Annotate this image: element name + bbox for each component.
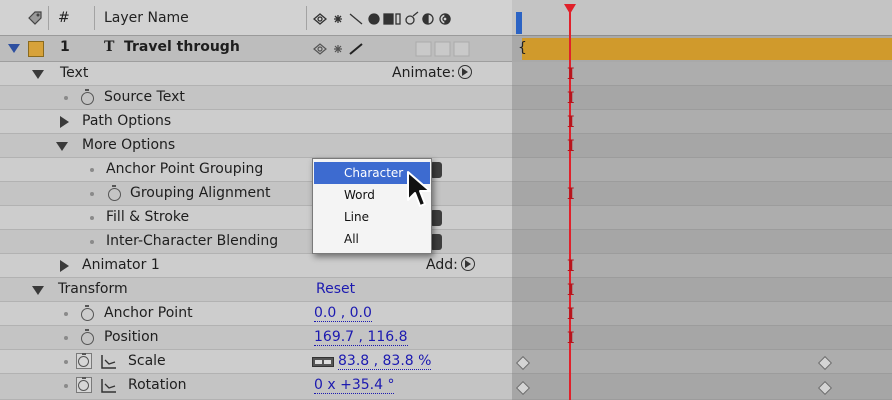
property-row-path-options[interactable]: Path Options (0, 110, 512, 134)
inter-character-blending-label: Inter-Character Blending (106, 233, 279, 249)
stopwatch-icon[interactable] (81, 329, 94, 345)
scale-label: Scale (128, 353, 166, 369)
stopwatch-icon[interactable] (108, 185, 121, 201)
property-row-inter-character-blending[interactable]: Inter-Character Blending (0, 230, 512, 254)
timeline-area[interactable]: { I I I I I I I I I (512, 0, 892, 400)
column-divider (48, 6, 49, 30)
expand-icon[interactable] (32, 286, 44, 295)
graph-editor-icon[interactable] (100, 354, 118, 370)
layer-duration-bar[interactable] (522, 38, 892, 60)
add-menu-icon[interactable] (460, 257, 475, 271)
text-layer-icon: T (104, 39, 115, 55)
column-divider (94, 6, 95, 30)
fill-stroke-label: Fill & Stroke (106, 209, 190, 225)
bullet-icon (64, 312, 68, 316)
label-color-swatch[interactable] (28, 41, 44, 57)
property-row-anchor-point[interactable]: Anchor Point 0.0 , 0.0 (0, 302, 512, 326)
property-row-grouping-alignment[interactable]: Grouping Alignment (0, 182, 512, 206)
layer-outline-panel: # Layer Name 1 T Travel through Text Ani… (0, 0, 512, 400)
animator-1-label: Animator 1 (82, 257, 160, 273)
expression-marker-icon: I (567, 184, 575, 203)
stopwatch-active-icon[interactable] (76, 377, 92, 393)
column-divider (306, 6, 307, 30)
rotation-label: Rotation (128, 377, 187, 393)
property-row-animator-1[interactable]: Animator 1 Add: (0, 254, 512, 278)
layer-in-point-icon[interactable]: { (518, 40, 527, 56)
stopwatch-icon[interactable] (81, 305, 94, 321)
property-row-fill-stroke[interactable]: Fill & Stroke (0, 206, 512, 230)
bullet-icon (64, 336, 68, 340)
anchor-point-grouping-label: Anchor Point Grouping (106, 161, 264, 177)
path-options-label: Path Options (82, 113, 172, 129)
collapse-icon[interactable] (60, 260, 69, 272)
position-value[interactable]: 169.7 , 116.8 (314, 329, 408, 346)
expression-marker-icon: I (567, 304, 575, 323)
expression-marker-icon: I (567, 112, 575, 131)
layer-row[interactable]: 1 T Travel through (0, 36, 512, 62)
property-row-more-options[interactable]: More Options (0, 134, 512, 158)
bullet-icon (64, 360, 68, 364)
bullet-icon (90, 192, 94, 196)
label-tag-icon[interactable] (26, 9, 44, 27)
bullet-icon (64, 96, 68, 100)
layer-switches-icons (312, 11, 451, 25)
property-row-text[interactable]: Text Animate: (0, 62, 512, 86)
anchor-point-value[interactable]: 0.0 , 0.0 (314, 305, 372, 322)
scale-value[interactable]: 83.8 , 83.8 % (338, 353, 432, 370)
layer-expand-icon[interactable] (8, 44, 20, 53)
property-row-transform[interactable]: Transform Reset (0, 278, 512, 302)
property-row-rotation[interactable]: Rotation 0 x +35.4 ° (0, 374, 512, 400)
property-row-source-text[interactable]: Source Text (0, 86, 512, 110)
layer-number: 1 (60, 39, 70, 55)
collapse-icon[interactable] (60, 116, 69, 128)
position-label: Position (104, 329, 159, 345)
bullet-icon (90, 168, 94, 172)
column-header: # Layer Name (0, 0, 512, 36)
expression-marker-icon: I (567, 88, 575, 107)
source-text-label: Source Text (104, 89, 185, 105)
graph-editor-icon[interactable] (100, 378, 118, 394)
stopwatch-active-icon[interactable] (76, 353, 92, 369)
property-row-position[interactable]: Position 169.7 , 116.8 (0, 326, 512, 350)
reset-link[interactable]: Reset (316, 281, 355, 297)
stopwatch-icon[interactable] (81, 89, 94, 105)
anchor-point-label: Anchor Point (104, 305, 193, 321)
property-row-anchor-point-grouping[interactable]: Anchor Point Grouping (0, 158, 512, 182)
bullet-icon (90, 216, 94, 220)
expression-marker-icon: I (567, 256, 575, 275)
expand-icon[interactable] (32, 70, 44, 79)
work-area-start-handle[interactable] (516, 12, 522, 34)
layer-switch-toggles[interactable] (312, 41, 482, 57)
rotation-value[interactable]: 0 x +35.4 ° (314, 377, 395, 394)
bullet-icon (90, 240, 94, 244)
more-options-label: More Options (82, 137, 176, 153)
grouping-alignment-label: Grouping Alignment (130, 185, 271, 201)
transform-group-label: Transform (58, 281, 128, 297)
property-row-scale[interactable]: Scale 83.8 , 83.8 % (0, 350, 512, 374)
constrain-proportions-icon[interactable] (312, 357, 334, 367)
expression-marker-icon: I (567, 136, 575, 155)
expression-marker-icon: I (567, 64, 575, 83)
number-column-header[interactable]: # (58, 10, 70, 26)
expression-marker-icon: I (567, 280, 575, 299)
expand-icon[interactable] (56, 142, 68, 151)
layer-name-column-header[interactable]: Layer Name (104, 10, 189, 26)
layer-name[interactable]: Travel through (124, 39, 240, 55)
animate-menu-icon[interactable] (458, 65, 473, 79)
expression-marker-icon: I (567, 328, 575, 347)
animate-menu-label[interactable]: Animate: (392, 65, 473, 81)
bullet-icon (64, 384, 68, 388)
text-group-label: Text (60, 65, 89, 81)
add-menu-label[interactable]: Add: (426, 257, 475, 273)
after-effects-timeline-panel: # Layer Name 1 T Travel through Text Ani… (0, 0, 892, 400)
mouse-pointer-icon (407, 171, 431, 207)
dropdown-option-all[interactable]: All (314, 228, 430, 250)
